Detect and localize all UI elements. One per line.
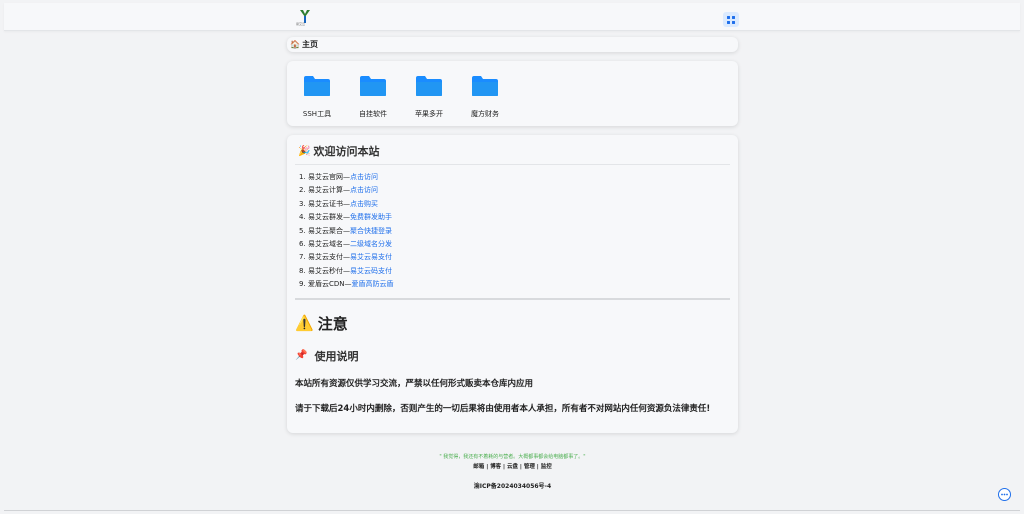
footer-links: 邮箱 | 博客 | 云盘 | 管理 | 监控 (473, 464, 552, 470)
breadcrumb: 🏠 主页 (287, 37, 738, 52)
footer-link-blog[interactable]: 博客 (490, 464, 501, 470)
app-item-apple[interactable]: 苹果多开 (399, 75, 459, 119)
app-label: 苹果多开 (415, 110, 443, 118)
notice-heading: ⚠️ 注意 (295, 313, 730, 334)
disclaimer-paragraph: 请于下载后24小时内删除，否则产生的一切后果将由使用者本人承担，所有者不对网站内… (295, 403, 711, 414)
section-divider (295, 297, 730, 300)
breadcrumb-label[interactable]: 主页 (302, 39, 318, 50)
logo-text: 易艾云 (296, 22, 306, 26)
app-label: 魔方财务 (471, 110, 499, 118)
footer-link-admin[interactable]: 管理 (524, 464, 535, 470)
content-card: 🎉 欢迎访问本站 1. 易艾云官网—点击访问 2. 易艾云计算—点击访问 3. 易艾云… (287, 135, 738, 433)
list-link[interactable]: 点击访问 (350, 186, 378, 194)
folder-icon (416, 76, 442, 96)
divider (295, 164, 730, 165)
notice-title: 注意 (317, 314, 348, 333)
app-item-auto[interactable]: 自挂软件 (343, 75, 403, 119)
warning-icon: ⚠️ (295, 314, 314, 333)
list-link[interactable]: 易艾云码支付 (350, 267, 392, 275)
welcome-heading: 🎉 欢迎访问本站 (295, 141, 730, 161)
app-label: 自挂软件 (359, 110, 387, 118)
footer-quote: " 我觉得，我还有不着耗的与营者。大概都事都会给电脑都事了。" (439, 454, 586, 460)
footer-link-mail[interactable]: 邮箱 (473, 464, 484, 470)
grid-icon (727, 15, 735, 24)
list-link[interactable]: 点击访问 (350, 173, 378, 181)
list-link[interactable]: 二级域名分发 (350, 240, 392, 248)
folder-icon (472, 76, 498, 96)
list-link[interactable]: 爱盾高防云盾 (352, 280, 394, 288)
footer-link-monitor[interactable]: 监控 (541, 464, 552, 470)
pin-icon: 📌 (295, 350, 308, 362)
list-link[interactable]: 免费群发助手 (350, 213, 392, 221)
bottom-border (4, 510, 1020, 511)
app-item-ssh[interactable]: SSH工具 (287, 75, 347, 119)
welcome-title: 欢迎访问本站 (313, 145, 380, 158)
menu-button[interactable] (723, 12, 739, 27)
footer-link-cloud[interactable]: 云盘 (507, 464, 518, 470)
list-item: 2. 易艾云计算—点击访问 (299, 186, 378, 195)
chat-button[interactable] (998, 488, 1011, 501)
link-list: 1. 易艾云官网—点击访问 2. 易艾云计算—点击访问 3. 易艾云证书—点击购买 4… (295, 171, 730, 292)
list-item: 9. 爱盾云CDN—爱盾高防云盾 (299, 280, 394, 289)
top-navbar: 易艾云 (4, 3, 1020, 31)
home-icon[interactable]: 🏠 (290, 40, 300, 49)
list-item: 3. 易艾云证书—点击购买 (299, 199, 378, 208)
list-item: 4. 易艾云群发—免费群发助手 (299, 213, 392, 222)
folder-icon (360, 76, 386, 96)
list-item: 5. 易艾云聚合—聚合快捷登录 (299, 226, 392, 235)
app-grid: SSH工具 自挂软件 苹果多开 魔方财务 (287, 61, 738, 126)
list-link[interactable]: 易艾云易支付 (350, 253, 392, 261)
list-item: 6. 易艾云域名—二级域名分发 (299, 239, 392, 248)
usage-title: 使用说明 (314, 349, 359, 363)
list-item: 7. 易艾云支付—易艾云易支付 (299, 253, 392, 262)
list-item: 1. 易艾云官网—点击访问 (299, 173, 378, 181)
folder-icon (304, 76, 330, 96)
list-link[interactable]: 聚合快捷登录 (350, 227, 392, 235)
more-icon (1001, 493, 1008, 496)
app-label: SSH工具 (302, 110, 332, 118)
usage-heading: 📌 使用说明 (295, 348, 730, 364)
list-item: 8. 易艾云秒付—易艾云码支付 (299, 266, 392, 275)
app-item-finance[interactable]: 魔方财务 (455, 75, 515, 119)
list-link[interactable]: 点击购买 (350, 200, 378, 208)
icp-record[interactable]: 渝ICP备2024034056号-4 (287, 481, 738, 490)
party-icon: 🎉 (298, 145, 311, 157)
usage-paragraph: 本站所有资源仅供学习交流，严禁以任何形式贩卖本仓库内应用 (295, 378, 534, 389)
